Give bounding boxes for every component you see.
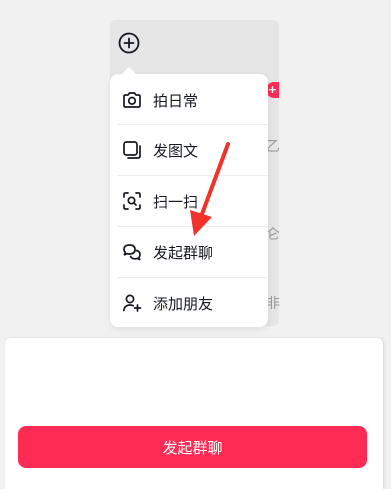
group-chat-icon bbox=[120, 240, 144, 264]
peek-text: 非 bbox=[266, 296, 280, 312]
image-text-icon bbox=[120, 138, 144, 162]
add-circle-icon[interactable] bbox=[117, 31, 141, 55]
screen: + 乙 仑 非 拍日常 发图文 扫一扫 发起群聊 添加朋友 发起群聊 bbox=[0, 0, 391, 489]
menu-item-label: 发起群聊 bbox=[153, 243, 214, 262]
menu-item-add-friend[interactable]: 添加朋友 bbox=[110, 278, 268, 328]
menu-item-capture-daily[interactable]: 拍日常 bbox=[110, 75, 268, 125]
menu-item-label: 拍日常 bbox=[153, 91, 199, 110]
peek-text: 乙 bbox=[266, 139, 280, 155]
camera-icon bbox=[120, 88, 144, 112]
add-friend-icon bbox=[120, 291, 144, 315]
annotation-arrow-icon bbox=[190, 142, 230, 236]
start-group-chat-button[interactable]: 发起群聊 bbox=[18, 426, 367, 468]
peek-text: 仑 bbox=[266, 227, 280, 243]
menu-item-label: 添加朋友 bbox=[153, 294, 214, 313]
scan-icon bbox=[120, 189, 144, 213]
